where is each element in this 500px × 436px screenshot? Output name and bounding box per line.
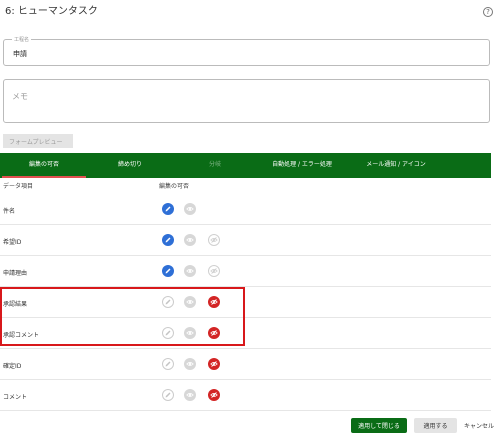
apply-button[interactable]: 適用する [414, 418, 457, 433]
tab-branch: 分岐 [208, 161, 221, 168]
table-row: 確定ID [0, 349, 491, 380]
eye-icon[interactable] [184, 358, 196, 370]
column-header-editable: 編集の可否 [159, 183, 190, 190]
row-label: 件名 [3, 208, 16, 215]
highlight-box [0, 287, 245, 346]
eye-slash-icon[interactable] [208, 389, 220, 401]
apply-and-close-button[interactable]: 適用して閉じる [351, 418, 407, 433]
eye-slash-icon[interactable] [208, 265, 220, 277]
table-row: 希望ID [0, 225, 491, 256]
eye-icon[interactable] [184, 389, 196, 401]
dialog-header: 6: ヒューマンタスク ? [5, 5, 493, 21]
row-label: 確定ID [3, 363, 22, 370]
pencil-icon[interactable] [162, 389, 174, 401]
eye-slash-icon[interactable] [208, 358, 220, 370]
pencil-icon[interactable] [162, 265, 174, 277]
form-preview-button[interactable]: フォームプレビュー [3, 134, 73, 148]
column-header-item: データ項目 [3, 183, 34, 190]
eye-icon[interactable] [184, 234, 196, 246]
step-name-label: 工程名 [12, 36, 32, 43]
eye-slash-icon[interactable] [208, 234, 220, 246]
tab-mail-notify[interactable]: メール通知 / アイコン [356, 153, 436, 178]
tab-edit-permission[interactable]: 編集の可否 [2, 153, 86, 178]
row-label: 希望ID [3, 239, 22, 246]
table-row: 申請理由 [0, 256, 491, 287]
table-row: 件名 [0, 194, 491, 225]
tab-deadline[interactable]: 締め切り [100, 153, 160, 178]
pencil-icon[interactable] [162, 234, 174, 246]
step-name-field[interactable]: 工程名 申請 [3, 36, 490, 66]
step-name-value[interactable]: 申請 [13, 49, 27, 59]
pencil-icon[interactable] [162, 358, 174, 370]
row-label: 申請理由 [3, 270, 28, 277]
tab-auto-process[interactable]: 自動処理 / エラー処理 [262, 153, 342, 178]
eye-icon[interactable] [184, 203, 196, 215]
memo-field[interactable]: メモ [3, 79, 490, 123]
dialog-title: 6: ヒューマンタスク [5, 6, 98, 17]
memo-placeholder: メモ [12, 92, 28, 101]
cancel-link[interactable]: キャンセル [464, 421, 494, 430]
row-label: コメント [3, 394, 28, 401]
table-row: コメント [0, 380, 491, 411]
tab-bar: 編集の可否 締め切り 分岐 自動処理 / エラー処理 メール通知 / アイコン [0, 153, 491, 178]
help-icon[interactable]: ? [483, 7, 493, 17]
eye-icon[interactable] [184, 265, 196, 277]
pencil-icon[interactable] [162, 203, 174, 215]
